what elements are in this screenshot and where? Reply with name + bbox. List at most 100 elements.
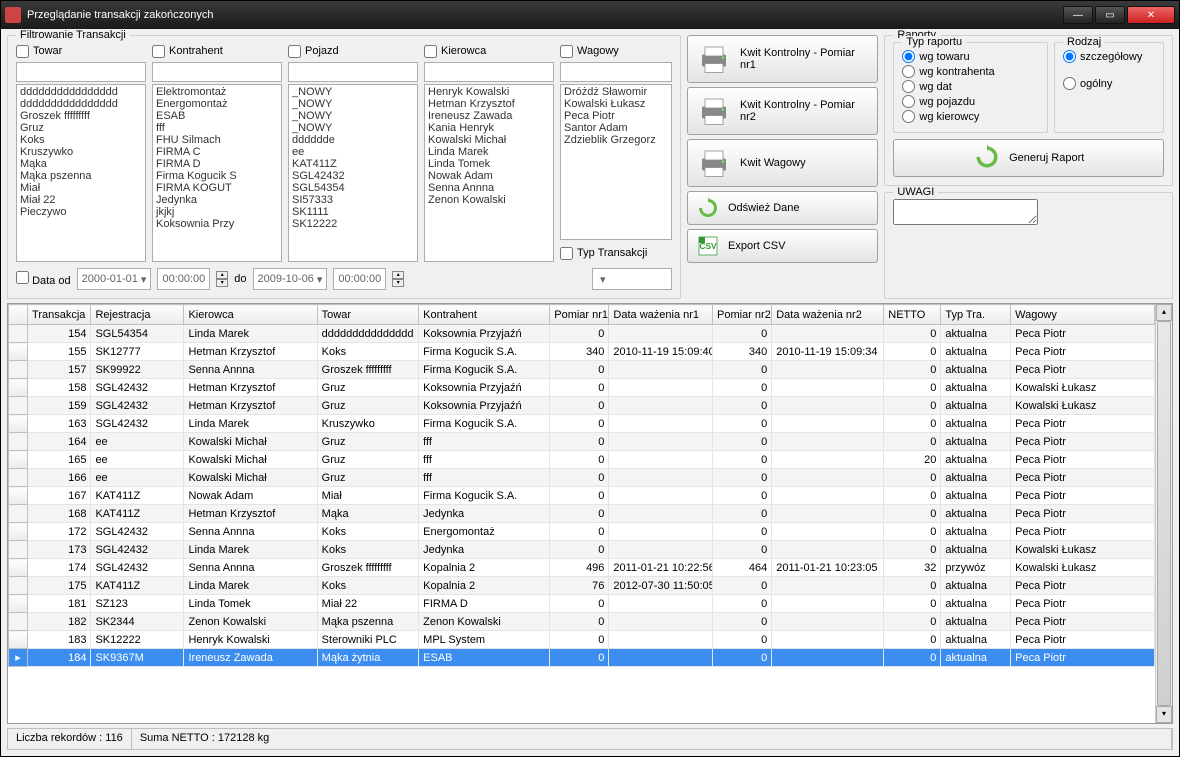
list-item[interactable]: FIRMA KOGUT: [154, 182, 280, 194]
column-header[interactable]: Pomiar nr2: [713, 305, 772, 325]
filter-kontrahent-list[interactable]: ElektromontażEnergomontażESABfffFHU Silm…: [152, 84, 282, 262]
table-row[interactable]: 159SGL42432Hetman KrzysztofGruzKoksownia…: [9, 397, 1155, 415]
table-row[interactable]: 173SGL42432Linda MarekKoksJedynka000aktu…: [9, 541, 1155, 559]
column-header[interactable]: Rejestracja: [91, 305, 184, 325]
list-item[interactable]: dddddde: [290, 134, 416, 146]
list-item[interactable]: Energomontaż: [154, 98, 280, 110]
list-item[interactable]: SK1111: [290, 206, 416, 218]
list-item[interactable]: Linda Marek: [426, 146, 552, 158]
list-item[interactable]: jkjkj: [154, 206, 280, 218]
table-row[interactable]: ▸184SK9367MIreneusz ZawadaMąka żytniaESA…: [9, 649, 1155, 667]
list-item[interactable]: Koksownia Przy: [154, 218, 280, 230]
column-header[interactable]: Kontrahent: [419, 305, 550, 325]
date-from-checkbox[interactable]: Data od: [16, 271, 71, 287]
table-row[interactable]: 164eeKowalski MichałGruzfff000aktualnaPe…: [9, 433, 1155, 451]
list-item[interactable]: Santor Adam: [562, 122, 670, 134]
filter-kierowca-checkbox[interactable]: Kierowca: [424, 42, 554, 60]
list-item[interactable]: Firma Kogucik S: [154, 170, 280, 182]
table-row[interactable]: 166eeKowalski MichałGruzfff000aktualnaPe…: [9, 469, 1155, 487]
list-item[interactable]: Koks: [18, 134, 144, 146]
list-item[interactable]: Miał: [18, 182, 144, 194]
list-item[interactable]: _NOWY: [290, 122, 416, 134]
list-item[interactable]: Kowalski Łukasz: [562, 98, 670, 110]
list-item[interactable]: Linda Tomek: [426, 158, 552, 170]
export-csv-button[interactable]: CSV Export CSV: [687, 229, 878, 263]
generate-report-button[interactable]: Generuj Raport: [893, 139, 1164, 177]
report-kind-0[interactable]: szczegółowy: [1063, 49, 1155, 64]
filter-wagowy-list[interactable]: Dróżdż SławomirKowalski ŁukaszPeca Piotr…: [560, 84, 672, 240]
column-header[interactable]: Data ważenia nr1: [609, 305, 713, 325]
report-type-4[interactable]: wg kierowcy: [902, 109, 1039, 124]
table-row[interactable]: 155SK12777Hetman KrzysztofKoksFirma Kogu…: [9, 343, 1155, 361]
report-kind-1[interactable]: ogólny: [1063, 76, 1155, 91]
transactions-grid[interactable]: TransakcjaRejestracjaKierowcaTowarKontra…: [7, 303, 1173, 724]
kwit-wagowy-button[interactable]: Kwit Wagowy: [687, 139, 878, 187]
list-item[interactable]: SGL54354: [290, 182, 416, 194]
list-item[interactable]: dddddddddddddddd: [18, 98, 144, 110]
list-item[interactable]: FIRMA D: [154, 158, 280, 170]
column-header[interactable]: Data ważenia nr2: [772, 305, 884, 325]
filter-towar-input[interactable]: [16, 62, 146, 82]
list-item[interactable]: Gruz: [18, 122, 144, 134]
date-to-input[interactable]: 2009-10-06 ▾: [253, 268, 328, 290]
filter-kierowca-input[interactable]: [424, 62, 554, 82]
report-type-0[interactable]: wg towaru: [902, 49, 1039, 64]
report-type-2[interactable]: wg dat: [902, 79, 1039, 94]
vertical-scrollbar[interactable]: ▴ ▾: [1155, 304, 1172, 723]
close-button[interactable]: ✕: [1127, 6, 1175, 24]
time-from-input[interactable]: 00:00:00: [157, 268, 210, 290]
column-header[interactable]: Pomiar nr1: [550, 305, 609, 325]
typ-transakcji-checkbox[interactable]: Typ Transakcji: [560, 244, 672, 262]
list-item[interactable]: Kruszywko: [18, 146, 144, 158]
list-item[interactable]: Senna Annna: [426, 182, 552, 194]
list-item[interactable]: SGL42432: [290, 170, 416, 182]
list-item[interactable]: Henryk Kowalski: [426, 86, 552, 98]
column-header[interactable]: Typ Tra.: [941, 305, 1011, 325]
list-item[interactable]: _NOWY: [290, 110, 416, 122]
maximize-button[interactable]: ▭: [1095, 6, 1125, 24]
table-row[interactable]: 167KAT411ZNowak AdamMiałFirma Kogucik S.…: [9, 487, 1155, 505]
filter-kierowca-list[interactable]: Henryk KowalskiHetman KrzysztofIreneusz …: [424, 84, 554, 262]
list-item[interactable]: FHU Silmach: [154, 134, 280, 146]
kwit-kontrolny-1-button[interactable]: Kwit Kontrolny - Pomiar nr1: [687, 35, 878, 83]
filter-kontrahent-input[interactable]: [152, 62, 282, 82]
table-row[interactable]: 182SK2344Zenon KowalskiMąka pszennaZenon…: [9, 613, 1155, 631]
filter-wagowy-checkbox[interactable]: Wagowy: [560, 42, 672, 60]
list-item[interactable]: fff: [154, 122, 280, 134]
filter-pojazd-list[interactable]: _NOWY_NOWY_NOWY_NOWYddddddeeeKAT411ZSGL4…: [288, 84, 418, 262]
uwagi-textarea[interactable]: [893, 199, 1038, 225]
column-header[interactable]: Towar: [317, 305, 418, 325]
report-type-1[interactable]: wg kontrahenta: [902, 64, 1039, 79]
table-row[interactable]: 183SK12222Henryk KowalskiSterowniki PLCM…: [9, 631, 1155, 649]
filter-pojazd-input[interactable]: [288, 62, 418, 82]
list-item[interactable]: SI57333: [290, 194, 416, 206]
list-item[interactable]: Dróżdż Sławomir: [562, 86, 670, 98]
list-item[interactable]: Zdzieblik Grzegorz: [562, 134, 670, 146]
time-to-input[interactable]: 00:00:00: [333, 268, 386, 290]
table-row[interactable]: 165eeKowalski MichałGruzfff0020aktualnaP…: [9, 451, 1155, 469]
list-item[interactable]: Miał 22: [18, 194, 144, 206]
report-type-3[interactable]: wg pojazdu: [902, 94, 1039, 109]
scroll-up-icon[interactable]: ▴: [1156, 304, 1172, 321]
scroll-down-icon[interactable]: ▾: [1156, 706, 1172, 723]
list-item[interactable]: Mąka: [18, 158, 144, 170]
table-row[interactable]: 158SGL42432Hetman KrzysztofGruzKoksownia…: [9, 379, 1155, 397]
scroll-thumb[interactable]: [1157, 321, 1171, 706]
column-header[interactable]: Wagowy: [1011, 305, 1155, 325]
list-item[interactable]: Peca Piotr: [562, 110, 670, 122]
filter-wagowy-input[interactable]: [560, 62, 672, 82]
filter-kontrahent-checkbox[interactable]: Kontrahent: [152, 42, 282, 60]
filter-towar-checkbox[interactable]: Towar: [16, 42, 146, 60]
typ-transakcji-select[interactable]: ▾: [592, 268, 672, 290]
table-row[interactable]: 172SGL42432Senna AnnnaKoksEnergomontaż00…: [9, 523, 1155, 541]
list-item[interactable]: Pieczywo: [18, 206, 144, 218]
list-item[interactable]: FIRMA C: [154, 146, 280, 158]
table-row[interactable]: 181SZ123Linda TomekMiał 22FIRMA D000aktu…: [9, 595, 1155, 613]
table-row[interactable]: 175KAT411ZLinda MarekKoksKopalnia 276201…: [9, 577, 1155, 595]
list-item[interactable]: _NOWY: [290, 86, 416, 98]
column-header[interactable]: Kierowca: [184, 305, 317, 325]
table-row[interactable]: 174SGL42432Senna AnnnaGroszek fffffffffK…: [9, 559, 1155, 577]
table-row[interactable]: 163SGL42432Linda MarekKruszywkoFirma Kog…: [9, 415, 1155, 433]
list-item[interactable]: Kowalski Michał: [426, 134, 552, 146]
kwit-kontrolny-2-button[interactable]: Kwit Kontrolny - Pomiar nr2: [687, 87, 878, 135]
